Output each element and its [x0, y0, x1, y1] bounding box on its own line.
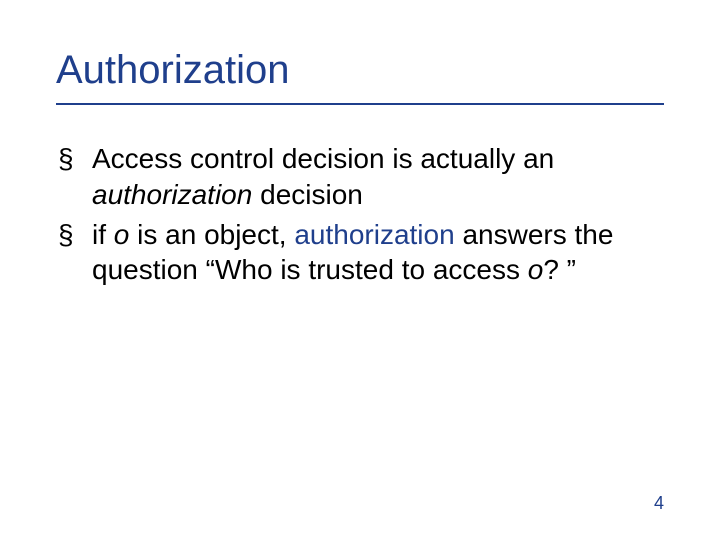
italic-text: o	[528, 254, 544, 285]
bullet-list: Access control decision is actually an a…	[56, 141, 664, 288]
text-run: if	[92, 219, 114, 250]
italic-text: authorization	[92, 179, 252, 210]
text-run: is an object,	[129, 219, 294, 250]
keyword-text: authorization	[294, 219, 454, 250]
bullet-item: Access control decision is actually an a…	[56, 141, 664, 213]
text-run: Access control decision is actually an	[92, 143, 554, 174]
slide-title: Authorization	[56, 48, 664, 105]
text-run: ? ”	[543, 254, 576, 285]
text-run: decision	[252, 179, 363, 210]
slide: Authorization Access control decision is…	[0, 0, 720, 540]
bullet-item: if o is an object, authorization answers…	[56, 217, 664, 289]
page-number: 4	[654, 493, 664, 514]
italic-text: o	[114, 219, 130, 250]
